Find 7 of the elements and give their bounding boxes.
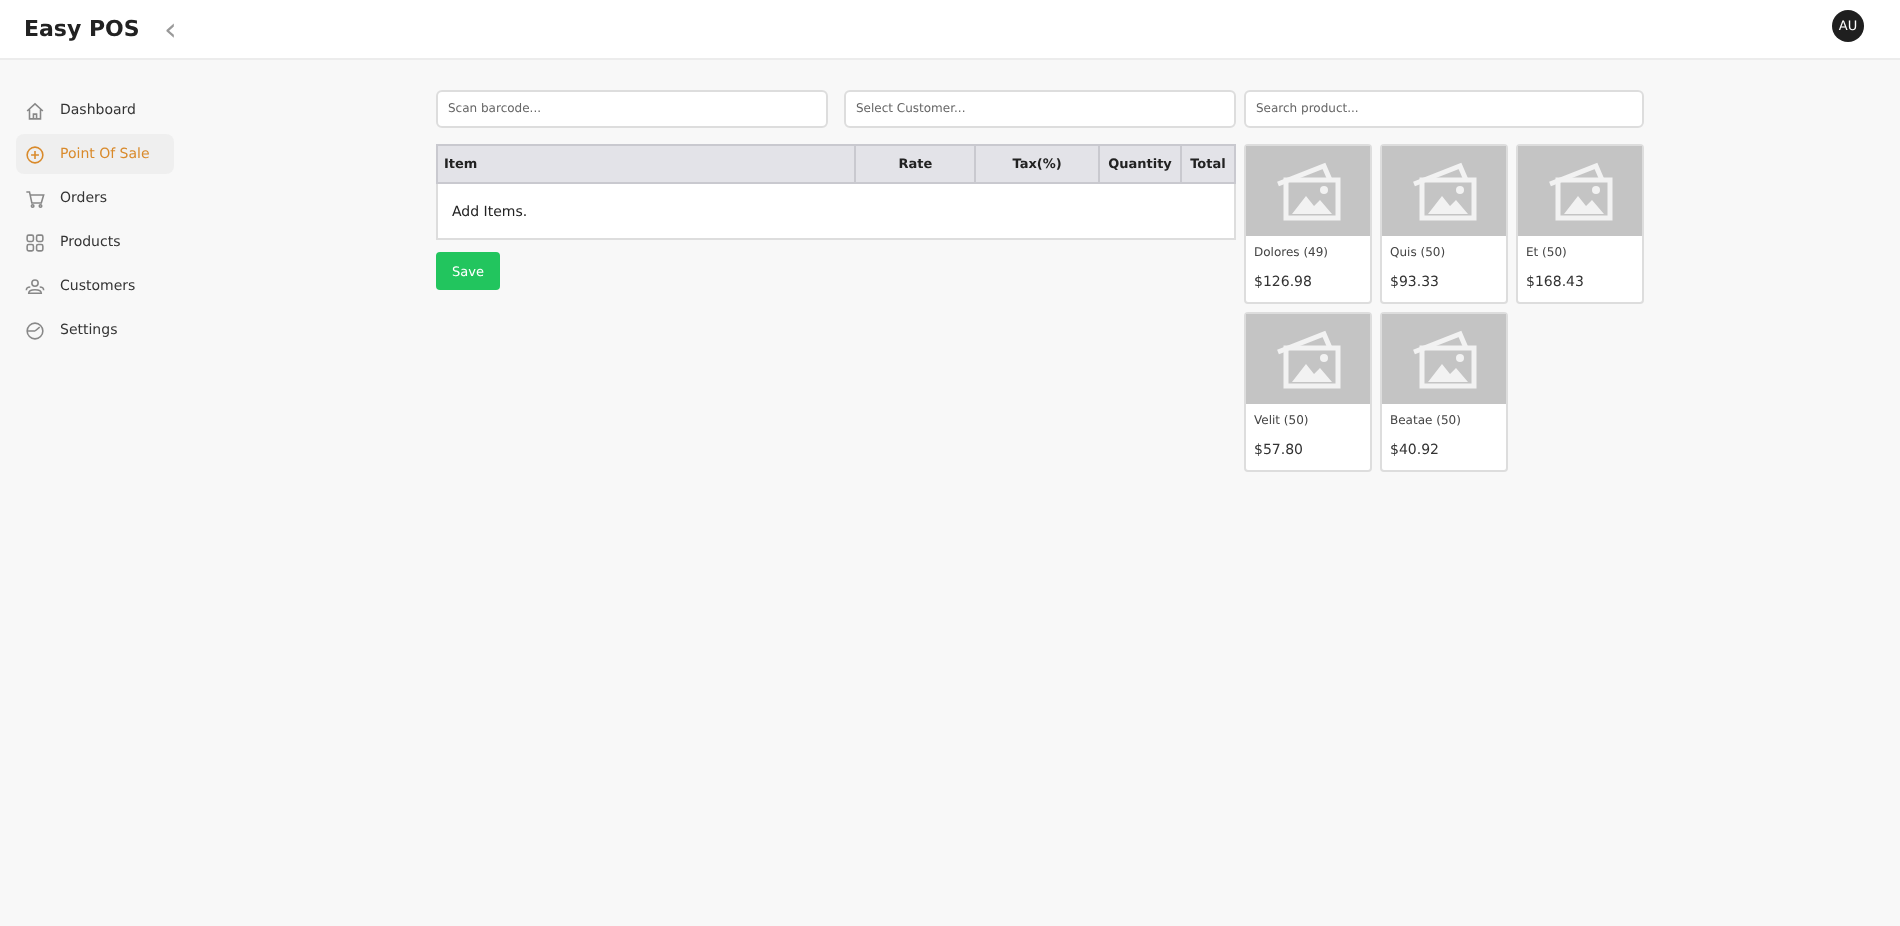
people-icon	[24, 275, 46, 297]
gauge-icon	[24, 319, 46, 341]
app-title: Easy POS	[24, 16, 142, 42]
plus-circle-icon	[24, 143, 46, 165]
grid-icon	[24, 231, 46, 253]
home-icon	[24, 99, 46, 121]
cart-icon	[24, 187, 46, 209]
